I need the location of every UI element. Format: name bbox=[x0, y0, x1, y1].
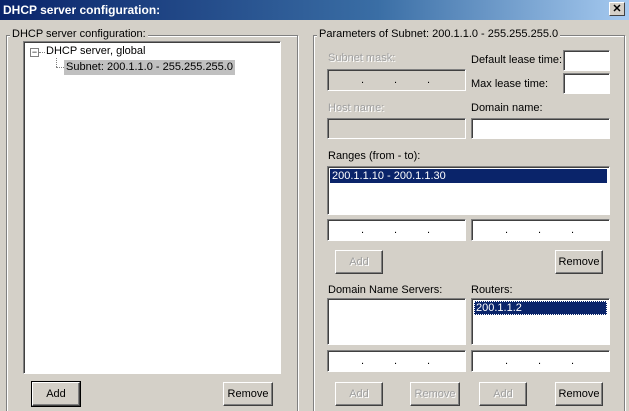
ip-dot: . bbox=[427, 74, 431, 86]
ip-dot: . bbox=[427, 355, 431, 367]
domain-name-label: Domain name: bbox=[471, 102, 543, 114]
close-button[interactable]: ✕ bbox=[609, 2, 625, 16]
remove-dns-button[interactable]: Remove bbox=[410, 382, 460, 406]
domain-name-input[interactable] bbox=[471, 118, 610, 139]
ranges-label: Ranges (from - to): bbox=[328, 150, 421, 162]
add-subnet-button[interactable]: Add bbox=[31, 381, 81, 407]
default-lease-input[interactable] bbox=[563, 50, 610, 71]
remove-router-button[interactable]: Remove bbox=[555, 382, 603, 406]
ip-dot: . bbox=[361, 74, 365, 86]
ip-dot: . bbox=[538, 224, 542, 236]
dns-ip-input[interactable]: . . . bbox=[327, 350, 466, 372]
range-list-item[interactable]: 200.1.1.10 - 200.1.1.30 bbox=[330, 169, 607, 183]
subnet-mask-field: . . . bbox=[327, 69, 466, 91]
dns-servers-list[interactable] bbox=[327, 298, 466, 345]
server-config-group-label: DHCP server configuration: bbox=[10, 28, 148, 40]
router-ip-input[interactable]: . . . bbox=[471, 350, 610, 372]
ip-dot: . bbox=[505, 355, 509, 367]
ip-dot: . bbox=[427, 224, 431, 236]
collapse-toggle-icon[interactable]: − bbox=[30, 48, 39, 57]
tree-node-subnet[interactable]: Subnet: 200.1.1.0 - 255.255.255.0 bbox=[64, 60, 235, 75]
close-icon: ✕ bbox=[612, 3, 622, 15]
subnet-params-group-label: Parameters of Subnet: 200.1.1.0 - 255.25… bbox=[317, 28, 561, 40]
max-lease-input[interactable] bbox=[563, 73, 610, 94]
remove-range-button[interactable]: Remove bbox=[555, 250, 603, 274]
ip-dot: . bbox=[361, 224, 365, 236]
ip-dot: . bbox=[571, 224, 575, 236]
add-router-button[interactable]: Add bbox=[479, 382, 527, 406]
range-to-ip-input[interactable]: . . . bbox=[471, 219, 610, 241]
max-lease-label: Max lease time: bbox=[471, 78, 549, 90]
routers-label: Routers: bbox=[471, 284, 513, 296]
ip-dot: . bbox=[505, 224, 509, 236]
range-from-ip-input[interactable]: . . . bbox=[327, 219, 466, 241]
router-list-item[interactable]: 200.1.1.2 bbox=[474, 301, 607, 315]
ip-dot: . bbox=[571, 355, 575, 367]
ranges-list[interactable]: 200.1.1.10 - 200.1.1.30 bbox=[327, 166, 610, 215]
host-name-input bbox=[327, 118, 466, 139]
ip-dot: . bbox=[538, 355, 542, 367]
remove-subnet-button[interactable]: Remove bbox=[223, 382, 273, 406]
ip-dot: . bbox=[394, 355, 398, 367]
window-title: DHCP server configuration: bbox=[3, 3, 161, 17]
ip-dot: . bbox=[394, 224, 398, 236]
routers-list[interactable]: 200.1.1.2 bbox=[471, 298, 610, 345]
subnet-mask-label: Subnet mask: bbox=[328, 52, 396, 64]
window-titlebar: DHCP server configuration: ✕ bbox=[0, 0, 629, 20]
config-tree[interactable]: − DHCP server, global Subnet: 200.1.1.0 … bbox=[23, 41, 281, 374]
default-lease-label: Default lease time: bbox=[471, 54, 563, 66]
add-range-button[interactable]: Add bbox=[335, 250, 383, 274]
tree-node-global[interactable]: DHCP server, global bbox=[46, 45, 145, 57]
ip-dot: . bbox=[361, 355, 365, 367]
add-dns-button[interactable]: Add bbox=[335, 382, 383, 406]
host-name-label: Host name: bbox=[328, 102, 385, 114]
ip-dot: . bbox=[394, 74, 398, 86]
dns-servers-label: Domain Name Servers: bbox=[328, 284, 443, 296]
